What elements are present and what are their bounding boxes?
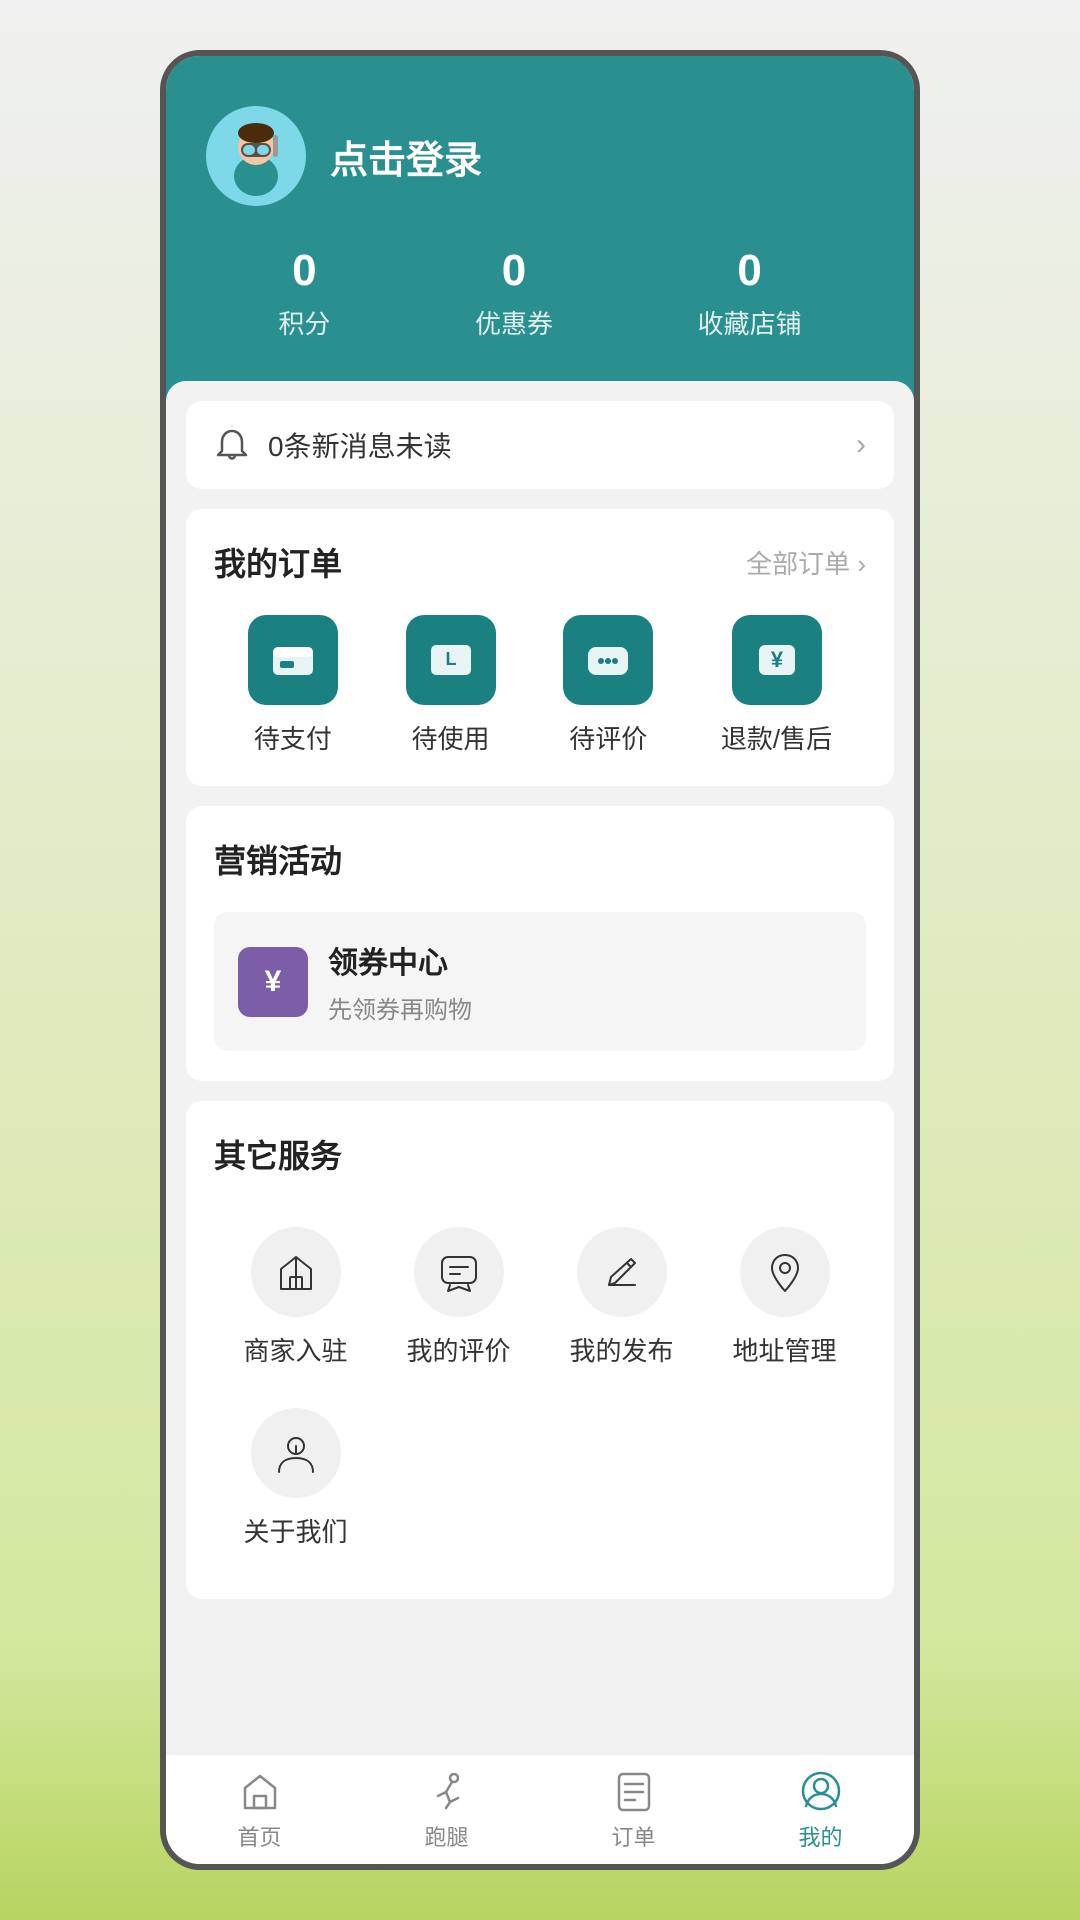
nav-item-home[interactable]: 首页 bbox=[166, 1755, 353, 1864]
header-top: 点击登录 bbox=[206, 106, 874, 206]
stat-number-jf: 0 bbox=[292, 246, 316, 296]
service-address[interactable]: 地址管理 bbox=[703, 1207, 866, 1388]
use-icon-box: L bbox=[406, 615, 496, 705]
service-about[interactable]: 关于我们 bbox=[214, 1388, 377, 1569]
order-item-pay[interactable]: 待支付 bbox=[248, 615, 338, 756]
stat-number-yhq: 0 bbox=[502, 246, 526, 296]
marketing-card-header: 营销活动 bbox=[214, 836, 866, 882]
stat-item-yhq: 0 优惠券 bbox=[475, 246, 553, 341]
services-title: 其它服务 bbox=[214, 1131, 342, 1177]
order-label-use: 待使用 bbox=[412, 719, 490, 756]
nav-item-orders[interactable]: 订单 bbox=[540, 1755, 727, 1864]
nav-label-home: 首页 bbox=[237, 1820, 281, 1852]
phone-frame: 点击登录 0 积分 0 优惠券 0 收藏店铺 bbox=[160, 50, 920, 1870]
nav-label-orders: 订单 bbox=[611, 1820, 655, 1852]
coupon-info: 领券中心 先领券再购物 bbox=[328, 938, 472, 1025]
svg-text:¥: ¥ bbox=[770, 647, 783, 672]
service-label-address: 地址管理 bbox=[732, 1331, 836, 1368]
merchant-icon-box bbox=[251, 1227, 341, 1317]
review-icon-box bbox=[563, 615, 653, 705]
notification-bar[interactable]: 0条新消息未读 › bbox=[186, 401, 894, 489]
order-item-review[interactable]: 待评价 bbox=[563, 615, 653, 756]
review-service-icon-box bbox=[414, 1227, 504, 1317]
service-publish[interactable]: 我的发布 bbox=[540, 1207, 703, 1388]
orders-icons-row: 待支付 L 待使用 bbox=[214, 615, 866, 756]
address-icon-box bbox=[740, 1227, 830, 1317]
service-label-merchant: 商家入驻 bbox=[243, 1331, 347, 1368]
notification-text: 0条新消息未读 bbox=[268, 425, 452, 465]
service-label-review: 我的评价 bbox=[406, 1331, 510, 1368]
bottom-nav: 首页 跑腿 订单 我的 bbox=[166, 1754, 914, 1864]
service-label-about: 关于我们 bbox=[243, 1512, 347, 1549]
nav-label-mine: 我的 bbox=[798, 1820, 842, 1852]
publish-icon-box bbox=[577, 1227, 667, 1317]
stat-number-sc: 0 bbox=[737, 246, 761, 296]
pay-icon-box bbox=[248, 615, 338, 705]
service-merchant[interactable]: 商家入驻 bbox=[214, 1207, 377, 1388]
notif-left: 0条新消息未读 bbox=[214, 425, 452, 465]
services-grid: 商家入驻 我的评价 bbox=[214, 1207, 866, 1569]
services-card: 其它服务 商家入驻 bbox=[186, 1101, 894, 1599]
marketing-title: 营销活动 bbox=[214, 836, 342, 882]
orders-card-header: 我的订单 全部订单 › bbox=[214, 539, 866, 585]
stat-label-jf: 积分 bbox=[278, 304, 330, 341]
coupon-title: 领券中心 bbox=[328, 938, 472, 982]
avatar[interactable] bbox=[206, 106, 306, 206]
order-item-refund[interactable]: ¥ 退款/售后 bbox=[721, 615, 832, 756]
orders-all-link[interactable]: 全部订单 › bbox=[746, 544, 866, 581]
stat-label-yhq: 优惠券 bbox=[475, 304, 553, 341]
service-review[interactable]: 我的评价 bbox=[377, 1207, 540, 1388]
order-item-use[interactable]: L 待使用 bbox=[406, 615, 496, 756]
bell-icon bbox=[214, 427, 250, 463]
order-label-refund: 退款/售后 bbox=[721, 719, 832, 756]
nav-label-runner: 跑腿 bbox=[424, 1820, 468, 1852]
svg-text:L: L bbox=[445, 649, 456, 669]
main-content: 0条新消息未读 › 我的订单 全部订单 › bbox=[166, 381, 914, 1754]
coupon-item[interactable]: ¥ 领券中心 先领券再购物 bbox=[214, 912, 866, 1051]
refund-icon-box: ¥ bbox=[732, 615, 822, 705]
about-icon-box bbox=[251, 1408, 341, 1498]
orders-title: 我的订单 bbox=[214, 539, 342, 585]
stat-item-sc: 0 收藏店铺 bbox=[698, 246, 802, 341]
header: 点击登录 0 积分 0 优惠券 0 收藏店铺 bbox=[166, 56, 914, 401]
login-text[interactable]: 点击登录 bbox=[330, 129, 482, 184]
marketing-card: 营销活动 ¥ 领券中心 先领券再购物 bbox=[186, 806, 894, 1081]
chevron-right-icon: › bbox=[856, 428, 866, 462]
coupon-icon: ¥ bbox=[238, 947, 308, 1017]
nav-item-runner[interactable]: 跑腿 bbox=[353, 1755, 540, 1864]
services-card-header: 其它服务 bbox=[214, 1131, 866, 1177]
stat-label-sc: 收藏店铺 bbox=[698, 304, 802, 341]
stats-row: 0 积分 0 优惠券 0 收藏店铺 bbox=[206, 246, 874, 341]
order-label-review: 待评价 bbox=[569, 719, 647, 756]
service-label-publish: 我的发布 bbox=[569, 1331, 673, 1368]
coupon-subtitle: 先领券再购物 bbox=[328, 990, 472, 1025]
order-label-pay: 待支付 bbox=[254, 719, 332, 756]
orders-card: 我的订单 全部订单 › 待支付 bbox=[186, 509, 894, 786]
stat-item-jf: 0 积分 bbox=[278, 246, 330, 341]
nav-item-mine[interactable]: 我的 bbox=[727, 1755, 914, 1864]
